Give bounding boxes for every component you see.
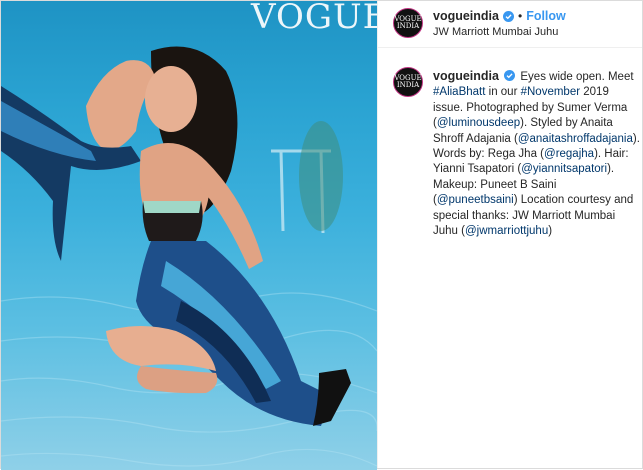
- caption-segment: ): [548, 225, 553, 238]
- magazine-title: VOGUE: [251, 1, 377, 37]
- header-user-row: vogueindia • Follow: [433, 9, 566, 23]
- follow-button[interactable]: Follow: [526, 9, 566, 23]
- post-header: VOGUE INDIA vogueindia • Follow JW Marri…: [378, 1, 642, 48]
- mention-link[interactable]: @regajha: [544, 148, 594, 160]
- hashtag-link[interactable]: #November: [521, 86, 580, 98]
- post-image[interactable]: VOGUE: [1, 1, 377, 470]
- mention-link[interactable]: @puneetbsaini: [437, 194, 514, 206]
- avatar-text: VOGUE INDIA: [394, 15, 422, 30]
- caption-segment: in our: [485, 86, 521, 99]
- avatar-text: VOGUE INDIA: [394, 74, 422, 89]
- location-link[interactable]: JW Marriott Mumbai Juhu: [433, 26, 558, 38]
- profile-avatar[interactable]: VOGUE INDIA: [393, 8, 423, 38]
- caption-username[interactable]: vogueindia: [433, 69, 499, 83]
- header-username[interactable]: vogueindia: [433, 9, 499, 23]
- underwater-photo-illustration: [1, 46, 377, 467]
- caption-text: Eyes wide open. Meet #AliaBhatt in our #…: [433, 71, 640, 237]
- post-sidebar: VOGUE INDIA vogueindia • Follow JW Marri…: [377, 1, 642, 468]
- mention-link[interactable]: @jwmarriottjuhu: [465, 225, 548, 237]
- verified-badge-icon: [502, 10, 514, 22]
- hashtag-link[interactable]: #AliaBhatt: [433, 86, 485, 98]
- post-caption: vogueindia Eyes wide open. Meet #AliaBha…: [433, 69, 641, 239]
- caption-segment: Eyes wide open. Meet: [520, 71, 634, 83]
- verified-badge-icon: [504, 70, 516, 81]
- separator-dot: •: [517, 9, 523, 23]
- mention-link[interactable]: @luminousdeep: [437, 117, 520, 129]
- instagram-post: VOGUE VOGUE INDIA vogueindia • Follow JW…: [0, 0, 643, 470]
- caption-avatar[interactable]: VOGUE INDIA: [393, 67, 423, 97]
- mention-link[interactable]: @yiannitsapatori: [521, 163, 607, 175]
- mention-link[interactable]: @anaitashroffadajania: [518, 133, 633, 145]
